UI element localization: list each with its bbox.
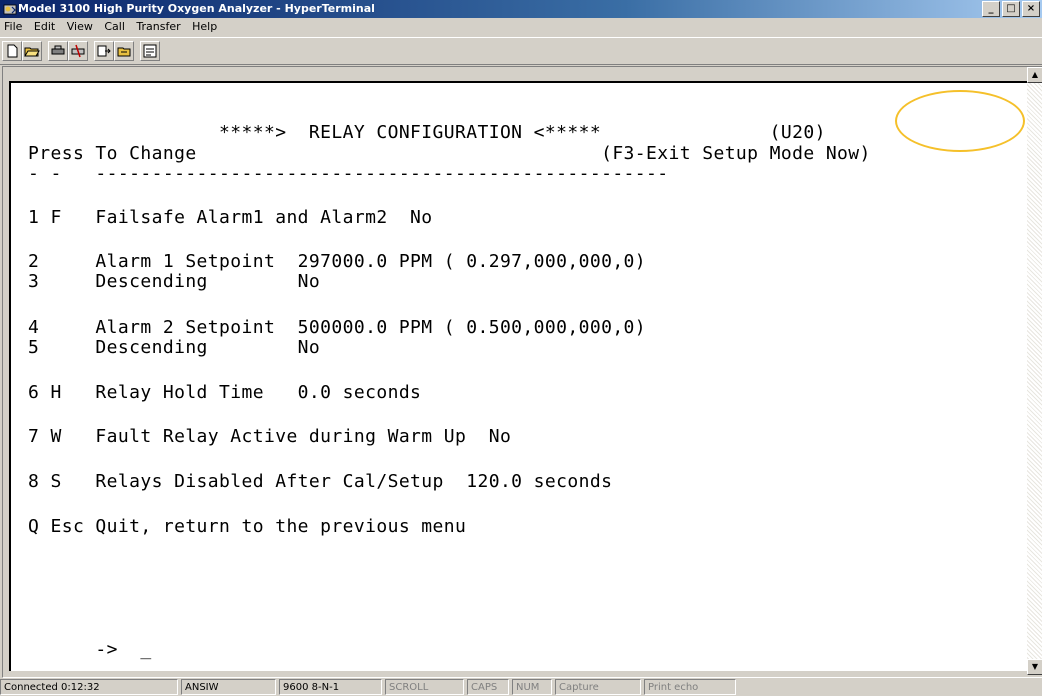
toolbar [0,37,1042,65]
option-relay-hold-time: 6 H Relay Hold Time 0.0 seconds [28,382,422,403]
maximize-button[interactable]: □ [1002,1,1020,17]
press-to-change-header: Press To Change (F3-Exit Setup Mode Now) [28,143,871,164]
scroll-down-icon[interactable]: ▼ [1027,659,1042,675]
status-print-echo: Print echo [644,679,736,695]
menu-file[interactable]: File [0,18,26,36]
menu-view[interactable]: View [63,18,97,36]
vertical-scrollbar[interactable]: ▲ ▼ [1027,67,1042,675]
properties-icon[interactable] [140,41,160,61]
status-num: NUM [512,679,552,695]
status-scroll: SCROLL [385,679,464,695]
status-emulation: ANSIW [181,679,276,695]
status-capture: Capture [555,679,641,695]
hyperterminal-icon [3,4,17,15]
new-icon[interactable] [2,41,22,61]
option-alarm1-setpoint: 2 Alarm 1 Setpoint 297000.0 PPM ( 0.297,… [28,251,647,272]
send-icon[interactable] [94,41,114,61]
disconnect-icon[interactable] [68,41,88,61]
status-bar: Connected 0:12:32 ANSIW 9600 8-N-1 SCROL… [0,678,1042,696]
menu-bar: File Edit View Call Transfer Help [0,18,1042,36]
title-bar: Model 3100 High Purity Oxygen Analyzer -… [0,0,1042,18]
scroll-up-icon[interactable]: ▲ [1027,67,1042,83]
window-title: Model 3100 High Purity Oxygen Analyzer -… [18,2,375,15]
menu-edit[interactable]: Edit [30,18,59,36]
connect-icon[interactable] [48,41,68,61]
u20-highlight-annotation [895,90,1025,152]
status-caps: CAPS [467,679,509,695]
header-divider: - - ------------------------------------… [28,163,669,184]
receive-icon[interactable] [114,41,134,61]
command-prompt: -> _ [28,639,152,660]
status-port-settings: 9600 8-N-1 [279,679,382,695]
close-button[interactable]: × [1022,1,1040,17]
option-alarm1-descending: 3 Descending No [28,271,321,292]
option-failsafe-alarm: 1 F Failsafe Alarm1 and Alarm2 No [28,207,433,228]
menu-help[interactable]: Help [188,18,221,36]
screen-title-line: *****> RELAY CONFIGURATION <***** (U20) [28,122,826,143]
option-alarm2-descending: 5 Descending No [28,337,321,358]
open-icon[interactable] [22,41,42,61]
status-connected-time: Connected 0:12:32 [0,679,178,695]
option-relays-disabled: 8 S Relays Disabled After Cal/Setup 120.… [28,471,613,492]
menu-transfer[interactable]: Transfer [132,18,184,36]
minimize-button[interactable]: _ [982,1,1000,17]
option-fault-relay-warmup: 7 W Fault Relay Active during Warm Up No [28,426,512,447]
option-quit: Q Esc Quit, return to the previous menu [28,516,467,537]
menu-call[interactable]: Call [100,18,129,36]
option-alarm2-setpoint: 4 Alarm 2 Setpoint 500000.0 PPM ( 0.500,… [28,317,647,338]
